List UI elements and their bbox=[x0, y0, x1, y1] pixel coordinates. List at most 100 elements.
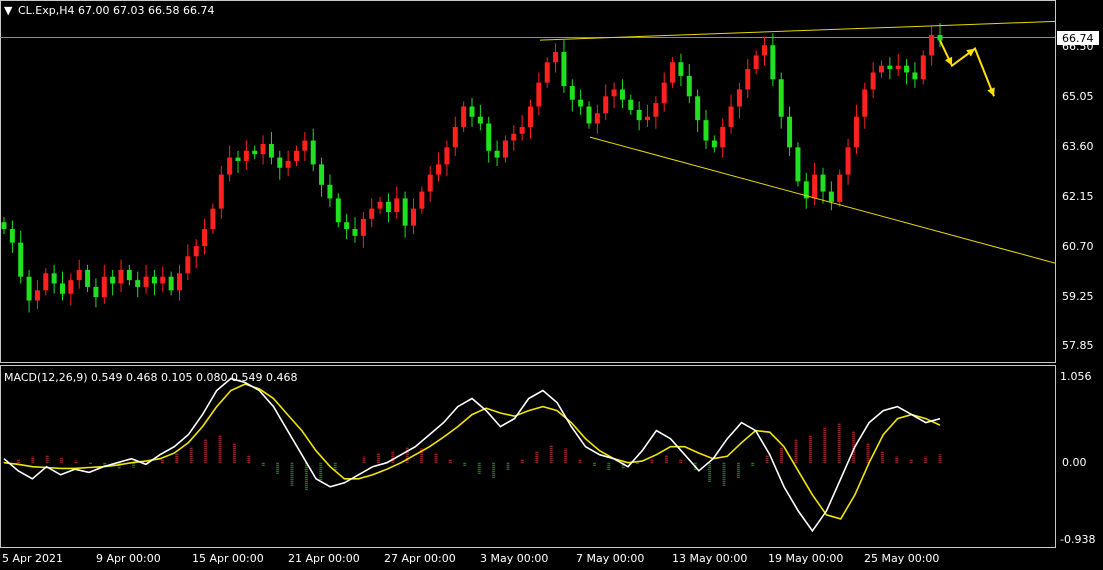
candle-body bbox=[511, 133, 517, 141]
candle-body bbox=[837, 174, 843, 202]
candle-body bbox=[202, 229, 208, 247]
symbol-header: CL.Exp,H4 67.00 67.03 66.58 66.74 bbox=[18, 4, 214, 17]
candle-body bbox=[578, 99, 584, 107]
price-tick: 59.25 bbox=[1062, 290, 1094, 303]
candle-body bbox=[929, 35, 935, 56]
candle-body bbox=[895, 65, 901, 70]
candle-body bbox=[661, 82, 667, 104]
candle-body bbox=[828, 191, 834, 202]
candle-body bbox=[477, 116, 483, 124]
price-tick: 65.05 bbox=[1062, 90, 1094, 103]
candle-body bbox=[243, 150, 249, 161]
candle-body bbox=[812, 174, 818, 199]
candle-body bbox=[711, 140, 717, 148]
candle-body bbox=[879, 65, 884, 73]
time-tick: 15 Apr 00:00 bbox=[192, 552, 264, 565]
candle-body bbox=[561, 52, 567, 87]
time-tick: 5 Apr 2021 bbox=[2, 552, 63, 565]
candle-body bbox=[787, 116, 793, 148]
candle-body bbox=[177, 273, 182, 291]
price-tick: 60.70 bbox=[1062, 240, 1094, 253]
candle-body bbox=[494, 150, 500, 158]
candle-body bbox=[544, 62, 550, 83]
candle-body bbox=[695, 96, 701, 121]
macd-layer bbox=[2, 377, 942, 533]
candle-body bbox=[160, 276, 166, 284]
price-panel-frame bbox=[0, 0, 1056, 363]
candle-body bbox=[101, 276, 107, 298]
candle-body bbox=[51, 273, 57, 284]
candle-body bbox=[110, 276, 116, 284]
candle-body bbox=[770, 45, 776, 80]
candle-body bbox=[636, 109, 642, 121]
candle-body bbox=[402, 198, 408, 226]
candle-body bbox=[628, 99, 634, 110]
time-tick: 13 May 00:00 bbox=[672, 552, 747, 565]
macd-main-line bbox=[3, 377, 941, 533]
candle-body bbox=[619, 89, 625, 100]
time-axis: 5 Apr 2021 9 Apr 00:00 15 Apr 00:00 21 A… bbox=[2, 552, 939, 565]
candle-body bbox=[920, 55, 926, 80]
candle-body bbox=[352, 229, 358, 236]
chart-menu-arrow-icon[interactable]: ▼ bbox=[4, 4, 13, 17]
candle-body bbox=[887, 65, 893, 70]
candle-body bbox=[528, 106, 533, 127]
candle-body bbox=[93, 286, 99, 298]
candle-body bbox=[419, 191, 425, 209]
candle-body bbox=[168, 276, 174, 291]
candle-body bbox=[670, 62, 676, 83]
candle-body bbox=[143, 276, 149, 287]
candle-body bbox=[185, 256, 191, 274]
candle-body bbox=[310, 140, 316, 165]
candle-body bbox=[294, 150, 299, 161]
candle-body bbox=[327, 184, 333, 199]
candle-body bbox=[427, 174, 433, 192]
candle-body bbox=[411, 208, 416, 226]
candle-body bbox=[569, 86, 575, 100]
candle-body bbox=[43, 273, 49, 291]
candle-body bbox=[218, 174, 224, 209]
candle-body bbox=[436, 164, 442, 175]
candle-body bbox=[302, 140, 308, 151]
time-tick: 21 Apr 00:00 bbox=[288, 552, 360, 565]
price-axis: 66.50 65.05 63.60 62.15 60.70 59.25 57.8… bbox=[1062, 40, 1094, 352]
candle-body bbox=[745, 69, 751, 90]
candle-body bbox=[519, 126, 525, 134]
candle-body bbox=[795, 147, 801, 182]
candle-body bbox=[277, 157, 283, 168]
candle-body bbox=[586, 106, 592, 124]
candle-body bbox=[720, 126, 726, 148]
candle-body bbox=[603, 96, 609, 114]
chart-window[interactable]: ▼ CL.Exp,H4 67.00 67.03 66.58 66.74 66.5… bbox=[0, 0, 1103, 570]
lower-trendline bbox=[589, 136, 1056, 264]
candle-body bbox=[344, 222, 350, 230]
candle-body bbox=[68, 280, 74, 294]
price-tick: 57.85 bbox=[1062, 339, 1094, 352]
candle-body bbox=[904, 65, 910, 73]
candle-body bbox=[753, 55, 759, 70]
time-tick: 27 Apr 00:00 bbox=[384, 552, 456, 565]
candles-layer bbox=[1, 23, 943, 313]
candle-body bbox=[653, 103, 659, 117]
macd-signal-line bbox=[3, 383, 941, 520]
candle-body bbox=[76, 269, 82, 281]
candle-body bbox=[34, 290, 40, 301]
current-price-tag: 66.74 bbox=[1057, 31, 1099, 45]
candle-body bbox=[252, 150, 258, 155]
candle-body bbox=[502, 140, 508, 158]
candle-body bbox=[377, 201, 383, 209]
candle-body bbox=[762, 45, 767, 56]
macd-header: MACD(12,26,9) 0.549 0.468 0.105 0.080 0.… bbox=[4, 371, 297, 384]
candle-body bbox=[60, 283, 65, 294]
candle-body bbox=[594, 113, 600, 124]
candle-body bbox=[268, 143, 274, 158]
candle-body bbox=[461, 106, 467, 127]
candle-body bbox=[736, 89, 742, 107]
candle-body bbox=[870, 72, 876, 90]
candle-body bbox=[85, 269, 91, 287]
price-tick: 63.60 bbox=[1062, 140, 1094, 153]
candle-body bbox=[394, 198, 400, 213]
projection-path bbox=[939, 40, 995, 97]
candle-body bbox=[385, 201, 391, 213]
candle-body bbox=[151, 276, 157, 284]
